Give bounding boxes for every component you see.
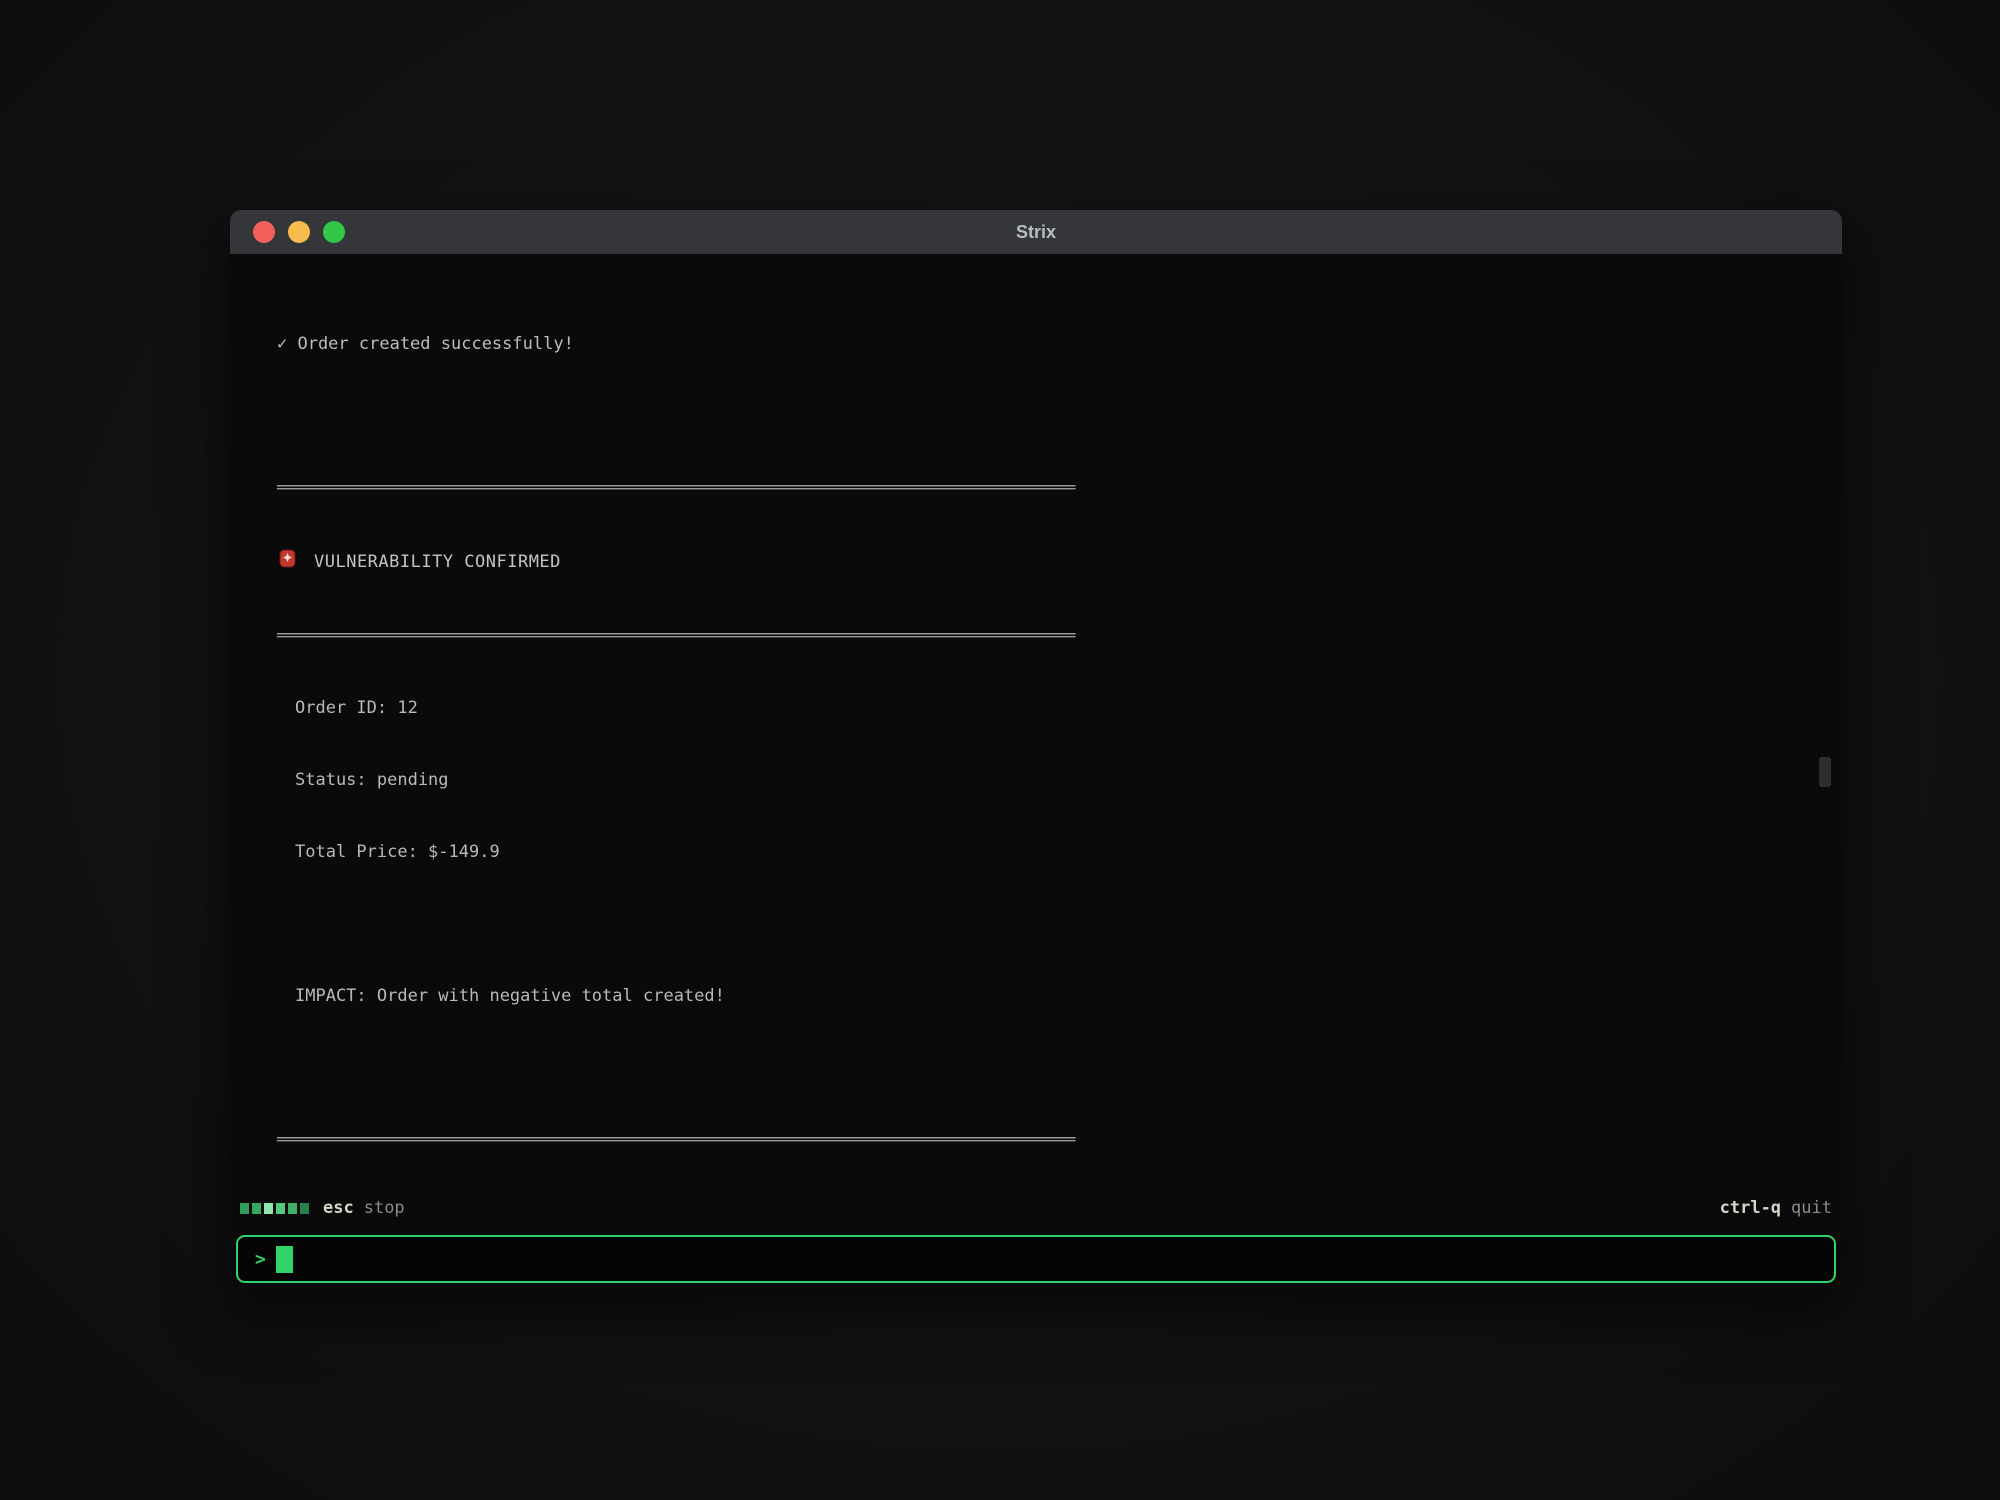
window-title: Strix	[230, 222, 1842, 243]
close-button[interactable]	[253, 221, 275, 243]
siren-icon	[277, 548, 298, 576]
quit-action-label: quit	[1791, 1198, 1832, 1218]
status-bar: esc stop ctrl-q quit	[230, 1186, 1842, 1230]
spinner-segment	[276, 1203, 285, 1214]
vulnerability-confirmed-banner: VULNERABILITY CONFIRMED	[277, 548, 1842, 576]
prompt-symbol: >	[255, 1249, 266, 1270]
traffic-lights	[253, 221, 345, 243]
activity-spinner	[240, 1203, 309, 1214]
separator-line: ════════════════════════════════════════…	[277, 476, 1842, 500]
spinner-segment	[252, 1203, 261, 1214]
text-cursor	[276, 1246, 293, 1273]
separator-line: ════════════════════════════════════════…	[277, 624, 1842, 648]
esc-key-hint[interactable]: esc	[323, 1198, 354, 1218]
spinner-segment	[288, 1203, 297, 1214]
titlebar: Strix	[230, 210, 1842, 254]
esc-action-label: stop	[364, 1198, 405, 1218]
impact-line: IMPACT: Order with negative total create…	[277, 984, 1842, 1008]
quit-hint: ctrl-q quit	[1720, 1198, 1832, 1218]
spinner-segment	[300, 1203, 309, 1214]
order-id-line: Order ID: 12	[277, 696, 1842, 720]
terminal-output: ✓ Order created successfully! ══════════…	[230, 254, 1842, 1186]
scrollbar-thumb[interactable]	[1819, 757, 1831, 787]
spinner-segment	[264, 1203, 273, 1214]
spinner-segment	[240, 1203, 249, 1214]
app-window: Strix ✓ Order created successfully! ════…	[230, 210, 1842, 1288]
command-input[interactable]: >	[236, 1235, 1836, 1283]
quit-key-hint[interactable]: ctrl-q	[1720, 1198, 1781, 1218]
order-status-line: Status: pending	[277, 768, 1842, 792]
maximize-button[interactable]	[323, 221, 345, 243]
total-price-line: Total Price: $-149.9	[277, 840, 1842, 864]
vulnerability-confirmed-label: VULNERABILITY CONFIRMED	[314, 550, 561, 574]
minimize-button[interactable]	[288, 221, 310, 243]
separator-line: ════════════════════════════════════════…	[277, 1128, 1842, 1152]
order-success-message: ✓ Order created successfully!	[277, 332, 1842, 356]
